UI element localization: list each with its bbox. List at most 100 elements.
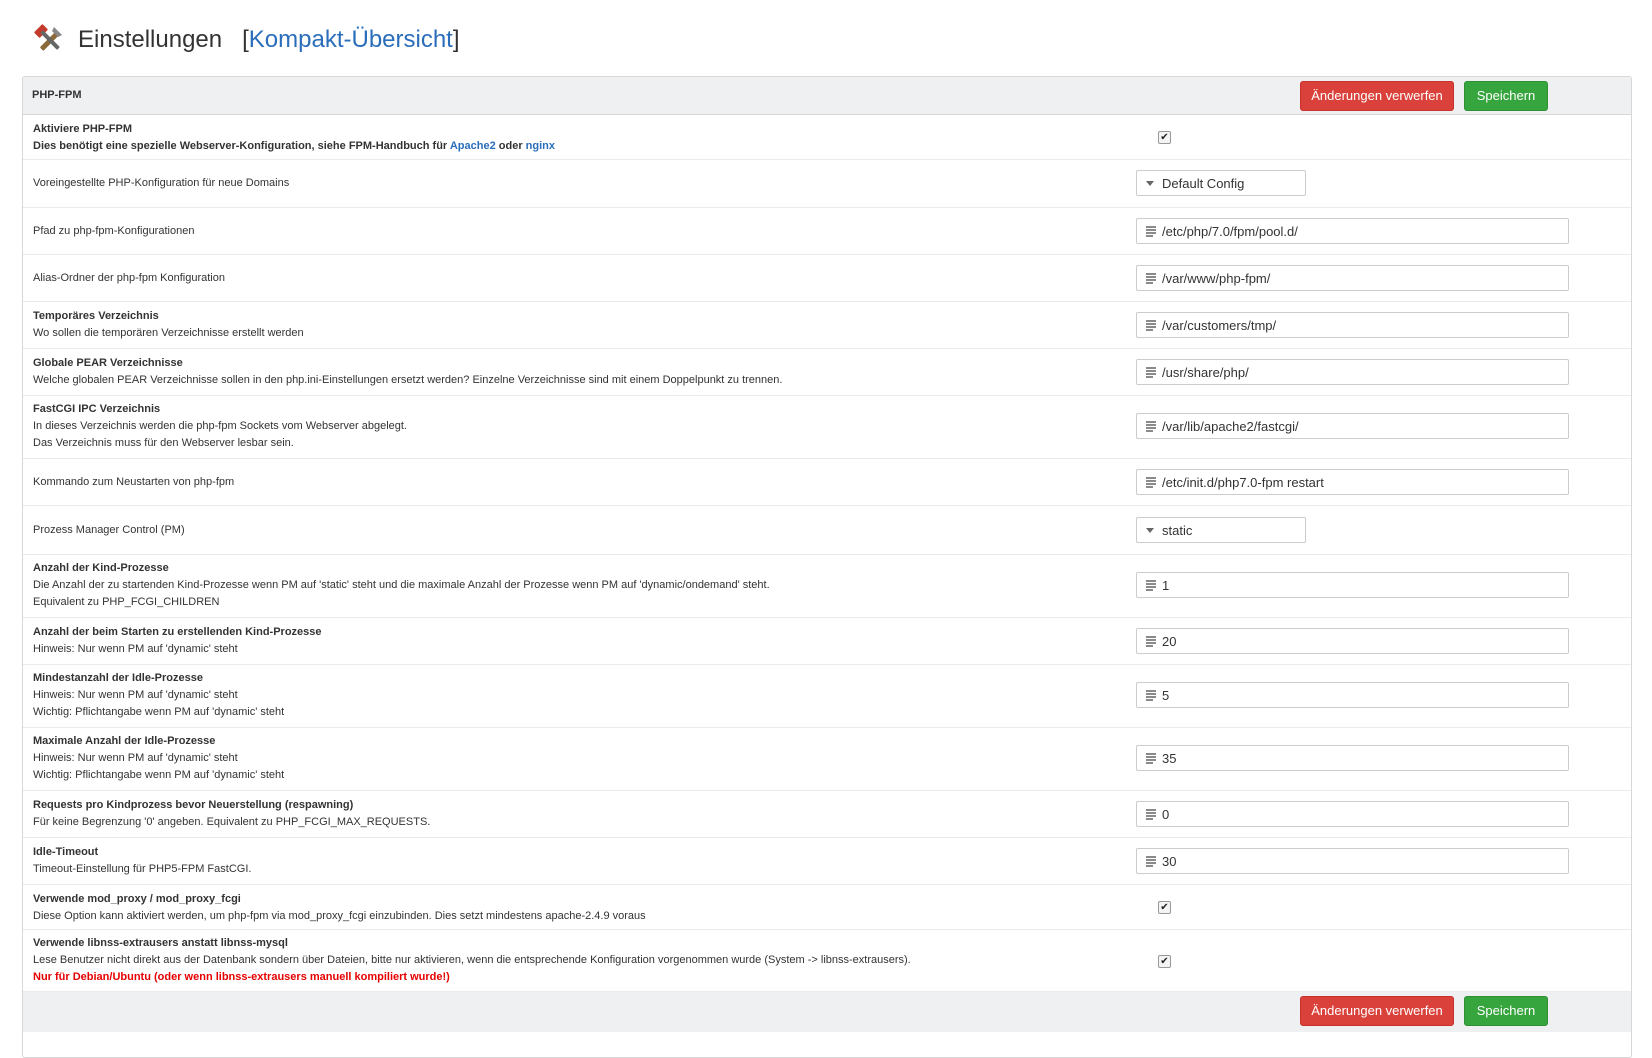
compact-overview-link[interactable]: Kompakt-Übersicht <box>249 26 453 54</box>
desc-text: Dies benötigt eine spezielle Webserver-K… <box>33 140 450 152</box>
text-lines-icon <box>1146 809 1156 820</box>
row-label: Voreingestellte PHP-Konfiguration für ne… <box>33 177 290 189</box>
bracket-close: ] <box>452 26 460 53</box>
bracket-open: [ <box>242 26 249 53</box>
fpm-alias-folder-input[interactable]: /var/www/php-fpm/ <box>1136 265 1569 291</box>
row-label: Alias-Ordner der php-fpm Konfiguration <box>33 272 225 284</box>
max-idle-processes-input[interactable]: 35 <box>1136 745 1569 771</box>
row-restart-command: Kommando zum Neustarten von php-fpm /etc… <box>23 459 1631 506</box>
row-process-manager: Prozess Manager Control (PM) static <box>23 506 1631 555</box>
nginx-link[interactable]: nginx <box>526 140 555 152</box>
fpm-config-path-input[interactable]: /etc/php/7.0/fpm/pool.d/ <box>1136 218 1569 244</box>
chevron-down-icon <box>1146 180 1154 186</box>
settings-panel: PHP-FPM Änderungen verwerfen Speichern A… <box>22 76 1632 1058</box>
input-value: 1 <box>1162 577 1170 593</box>
row-title: Anzahl der Kind-Prozesse <box>33 562 169 574</box>
row-default-php-config: Voreingestellte PHP-Konfiguration für ne… <box>23 160 1631 208</box>
row-max-requests: Requests pro Kindprozess bevor Neuerstel… <box>23 791 1631 838</box>
text-lines-icon <box>1146 580 1156 591</box>
row-description-2: Equivalent zu PHP_FCGI_CHILDREN <box>33 596 220 608</box>
input-value: /var/lib/apache2/fastcgi/ <box>1162 418 1299 434</box>
row-description: Diese Option kann aktiviert werden, um p… <box>33 910 646 922</box>
chevron-down-icon <box>1146 527 1154 533</box>
input-value: 0 <box>1162 806 1170 822</box>
text-lines-icon <box>1146 636 1156 647</box>
input-value: /usr/share/php/ <box>1162 364 1249 380</box>
row-fpm-alias-folder: Alias-Ordner der php-fpm Konfiguration /… <box>23 255 1631 302</box>
mod-proxy-checkbox[interactable]: ✔ <box>1158 901 1171 914</box>
input-value: /etc/php/7.0/fpm/pool.d/ <box>1162 223 1298 239</box>
fastcgi-ipc-directory-input[interactable]: /var/lib/apache2/fastcgi/ <box>1136 413 1569 439</box>
row-description: Hinweis: Nur wenn PM auf 'dynamic' steht <box>33 752 238 764</box>
row-label: Kommando zum Neustarten von php-fpm <box>33 476 235 488</box>
row-description-2: Wichtig: Pflichtangabe wenn PM auf 'dyna… <box>33 706 285 718</box>
row-warning: Nur für Debian/Ubuntu (oder wenn libnss-… <box>33 971 450 983</box>
save-button-bottom[interactable]: Speichern <box>1464 996 1548 1026</box>
row-description: In dieses Verzeichnis werden die php-fpm… <box>33 420 407 432</box>
default-php-config-select[interactable]: Default Config <box>1136 170 1306 196</box>
row-title: Verwende mod_proxy / mod_proxy_fcgi <box>33 893 241 905</box>
row-description-2: Das Verzeichnis muss für den Webserver l… <box>33 437 294 449</box>
row-min-idle-processes: Mindestanzahl der Idle-Prozesse Hinweis:… <box>23 665 1631 728</box>
row-description: Hinweis: Nur wenn PM auf 'dynamic' steht <box>33 689 238 701</box>
row-description-2: Wichtig: Pflichtangabe wenn PM auf 'dyna… <box>33 769 285 781</box>
row-description: Hinweis: Nur wenn PM auf 'dynamic' steht <box>33 643 238 655</box>
row-label: Pfad zu php-fpm-Konfigurationen <box>33 225 195 237</box>
process-manager-select[interactable]: static <box>1136 517 1306 543</box>
row-start-servers: Anzahl der beim Starten zu erstellenden … <box>23 618 1631 665</box>
temp-directory-input[interactable]: /var/customers/tmp/ <box>1136 312 1569 338</box>
row-title: Temporäres Verzeichnis <box>33 310 159 322</box>
row-description: Wo sollen die temporären Verzeichnisse e… <box>33 327 304 339</box>
row-pear-directories: Globale PEAR Verzeichnisse Welche global… <box>23 349 1631 396</box>
input-value: 35 <box>1162 750 1177 766</box>
input-value: /var/www/php-fpm/ <box>1162 270 1271 286</box>
page-title: Einstellungen <box>78 26 223 53</box>
input-value: 5 <box>1162 687 1170 703</box>
desc-or: oder <box>495 140 526 152</box>
row-fastcgi-ipc-directory: FastCGI IPC Verzeichnis In dieses Verzei… <box>23 396 1631 459</box>
row-activate-php-fpm: Aktiviere PHP-FPM Dies benötigt eine spe… <box>23 115 1631 160</box>
input-value: /var/customers/tmp/ <box>1162 317 1277 333</box>
text-lines-icon <box>1146 753 1156 764</box>
input-value: 30 <box>1162 853 1177 869</box>
text-lines-icon <box>1146 421 1156 432</box>
pear-directories-input[interactable]: /usr/share/php/ <box>1136 359 1569 385</box>
row-title: Globale PEAR Verzeichnisse <box>33 357 183 369</box>
activate-php-fpm-checkbox[interactable]: ✔ <box>1158 131 1171 144</box>
row-title: Aktiviere PHP-FPM <box>33 123 133 135</box>
row-title: Verwende libnss-extrausers anstatt libns… <box>33 937 288 949</box>
apache2-link[interactable]: Apache2 <box>450 140 496 152</box>
libnss-extrausers-checkbox[interactable]: ✔ <box>1158 955 1171 968</box>
row-max-idle-processes: Maximale Anzahl der Idle-Prozesse Hinwei… <box>23 728 1631 791</box>
text-lines-icon <box>1146 477 1156 488</box>
row-title: Mindestanzahl der Idle-Prozesse <box>33 672 203 684</box>
panel-title: PHP-FPM <box>32 89 82 101</box>
row-title: Maximale Anzahl der Idle-Prozesse <box>33 735 216 747</box>
row-libnss-extrausers: Verwende libnss-extrausers anstatt libns… <box>23 930 1631 992</box>
save-button[interactable]: Speichern <box>1464 81 1548 111</box>
discard-changes-button[interactable]: Änderungen verwerfen <box>1300 81 1454 111</box>
text-lines-icon <box>1146 273 1156 284</box>
restart-command-input[interactable]: /etc/init.d/php7.0-fpm restart <box>1136 469 1569 495</box>
row-description: Die Anzahl der zu startenden Kind-Prozes… <box>33 579 770 591</box>
max-requests-input[interactable]: 0 <box>1136 801 1569 827</box>
row-description: Timeout-Einstellung für PHP5-FPM FastCGI… <box>33 863 252 875</box>
row-title: FastCGI IPC Verzeichnis <box>33 403 161 415</box>
tools-icon <box>34 24 62 51</box>
start-servers-input[interactable]: 20 <box>1136 628 1569 654</box>
row-description: Welche globalen PEAR Verzeichnisse solle… <box>33 374 783 386</box>
text-lines-icon <box>1146 320 1156 331</box>
min-idle-processes-input[interactable]: 5 <box>1136 682 1569 708</box>
row-temp-directory: Temporäres Verzeichnis Wo sollen die tem… <box>23 302 1631 349</box>
row-label: Prozess Manager Control (PM) <box>33 524 185 536</box>
idle-timeout-input[interactable]: 30 <box>1136 848 1569 874</box>
row-description: Dies benötigt eine spezielle Webserver-K… <box>33 138 555 155</box>
row-description: Für keine Begrenzung '0' angeben. Equiva… <box>33 816 431 828</box>
row-title: Idle-Timeout <box>33 846 99 858</box>
input-value: /etc/init.d/php7.0-fpm restart <box>1162 474 1324 490</box>
select-value: Default Config <box>1162 175 1245 191</box>
row-child-processes: Anzahl der Kind-Prozesse Die Anzahl der … <box>23 555 1631 618</box>
discard-changes-button-bottom[interactable]: Änderungen verwerfen <box>1300 996 1454 1026</box>
child-processes-input[interactable]: 1 <box>1136 572 1569 598</box>
page-header: Einstellungen [Kompakt-Übersicht] <box>32 20 460 60</box>
